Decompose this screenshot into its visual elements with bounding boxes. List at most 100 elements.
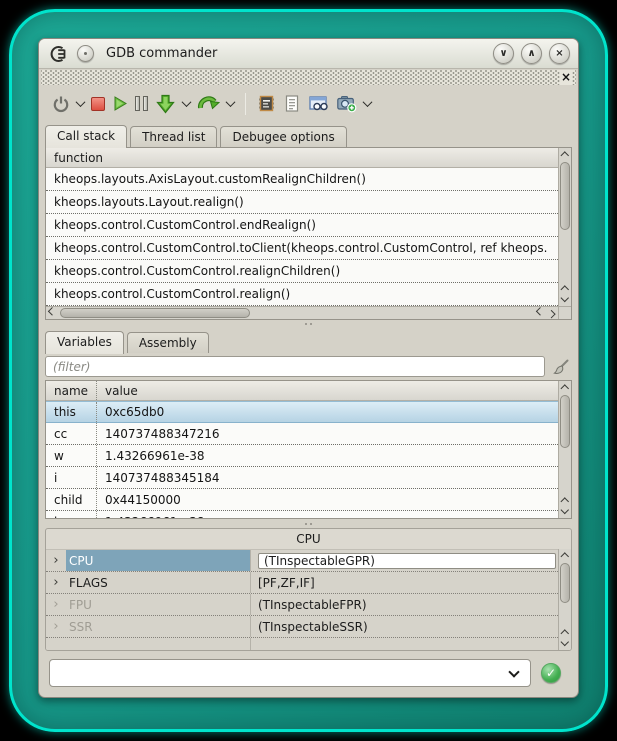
cpu-register-name[interactable]: CPU	[66, 550, 251, 571]
cpu-row[interactable]: › CPU (TInspectableGPR)	[46, 550, 558, 572]
expand-arrow-icon[interactable]: ›	[46, 572, 66, 593]
maximize-button[interactable]: ∧	[521, 43, 542, 64]
variable-row[interactable]: w 1.43266961e-38	[46, 445, 558, 467]
variable-row[interactable]: cc 140737488347216	[46, 423, 558, 445]
pause-button[interactable]	[135, 96, 148, 111]
call-stack-header[interactable]: function	[46, 148, 571, 168]
scroll-up-button[interactable]	[559, 494, 571, 506]
power-dropdown[interactable]	[77, 100, 84, 107]
variable-value: 1.43266961e-38	[97, 515, 558, 519]
pause-icon	[135, 96, 148, 111]
call-stack-vscrollbar[interactable]	[558, 148, 571, 306]
chevron-down-icon	[363, 97, 373, 107]
cpu-register-name[interactable]: SSR	[66, 616, 251, 637]
cpu-row[interactable]: › SSR (TInspectableSSR)	[46, 616, 558, 638]
scroll-up-button[interactable]	[559, 282, 571, 294]
call-stack-row[interactable]: kheops.control.CustomControl.realign()	[46, 283, 558, 306]
call-stack-row[interactable]: kheops.layouts.Layout.realign()	[46, 191, 558, 214]
dock-title-bar[interactable]: ×	[41, 70, 576, 85]
hscroll-thumb[interactable]	[60, 308, 250, 318]
scroll-up-button[interactable]	[559, 148, 571, 160]
function-column-header[interactable]: function	[46, 151, 103, 165]
vscroll-thumb[interactable]	[560, 395, 570, 448]
name-column-header[interactable]: name	[46, 381, 97, 400]
scroll-up-button[interactable]	[559, 381, 571, 393]
stop-button[interactable]	[91, 97, 105, 111]
debug-toolbar	[39, 85, 578, 122]
registers-button[interactable]	[257, 94, 276, 113]
add-watch-button[interactable]	[336, 94, 357, 113]
scroll-up-button[interactable]	[559, 626, 571, 638]
close-button[interactable]: ×	[549, 43, 570, 64]
cpu-register-value: [PF,ZF,IF]	[251, 572, 558, 593]
call-stack-row[interactable]: kheops.control.CustomControl.realignChil…	[46, 260, 558, 283]
splitter-handle[interactable]	[39, 320, 578, 328]
run-button[interactable]	[112, 95, 128, 112]
cpu-row[interactable]: › FLAGS [PF,ZF,IF]	[46, 572, 558, 594]
scroll-right-button[interactable]	[546, 307, 558, 319]
play-icon	[112, 95, 128, 112]
watches-button[interactable]	[308, 94, 329, 113]
cpu-vscrollbar[interactable]	[558, 549, 571, 650]
call-stack-row[interactable]: kheops.layouts.AxisLayout.customRealignC…	[46, 168, 558, 191]
expand-arrow-icon[interactable]: ›	[46, 594, 66, 615]
variables-vscrollbar[interactable]	[558, 381, 571, 518]
value-column-header[interactable]: value	[97, 384, 138, 398]
cpu-register-name[interactable]: FPU	[66, 594, 251, 615]
tab-debugee-options[interactable]: Debugee options	[220, 126, 346, 147]
shade-button[interactable]: ∨	[493, 43, 514, 64]
tab-call-stack[interactable]: Call stack	[45, 125, 127, 148]
command-combobox[interactable]	[49, 659, 531, 687]
variable-row[interactable]: child 0x44150000	[46, 489, 558, 511]
variable-row[interactable]: i 140737488345184	[46, 467, 558, 489]
dock-close-icon[interactable]: ×	[560, 70, 572, 85]
command-input[interactable]	[50, 660, 510, 686]
variables-header: name value	[46, 381, 571, 401]
filter-input[interactable]	[45, 356, 545, 377]
add-watch-dropdown[interactable]	[364, 100, 371, 107]
cpu-register-value: (TInspectableFPR)	[251, 594, 558, 615]
step-into-dropdown[interactable]	[183, 100, 190, 107]
step-into-button[interactable]	[155, 94, 176, 114]
cpu-rows: › CPU (TInspectableGPR) › FLAGS [PF,ZF,I…	[46, 549, 558, 650]
cpu-row[interactable]: › FPU (TInspectableFPR)	[46, 594, 558, 616]
expand-arrow-icon[interactable]: ›	[46, 550, 66, 571]
tab-thread-list[interactable]: Thread list	[130, 126, 217, 147]
variable-row[interactable]: h 1.43266961e-38	[46, 511, 558, 518]
power-button[interactable]	[52, 95, 70, 113]
hscroll-track[interactable]	[58, 307, 534, 319]
vscroll-track[interactable]	[559, 160, 571, 282]
execute-button[interactable]: ✓	[541, 663, 561, 683]
chevron-up-icon	[561, 630, 569, 638]
clear-filter-brush-icon[interactable]	[552, 358, 570, 376]
splitter-handle[interactable]	[39, 519, 578, 528]
combo-chevron-down-icon[interactable]	[508, 666, 519, 677]
vscroll-thumb[interactable]	[560, 563, 570, 603]
step-over-dropdown[interactable]	[227, 100, 234, 107]
scroll-down-button[interactable]	[559, 638, 571, 650]
variable-name: w	[46, 445, 97, 466]
variable-row[interactable]: this 0xc65db0	[46, 401, 558, 423]
step-into-icon	[155, 94, 176, 114]
step-over-button[interactable]	[197, 94, 220, 113]
filter-row	[39, 353, 578, 380]
vscroll-track[interactable]	[559, 393, 571, 494]
scroll-down-button[interactable]	[559, 506, 571, 518]
cpu-value-field[interactable]: (TInspectableGPR)	[258, 553, 556, 569]
scroll-left-button[interactable]	[46, 307, 58, 319]
vscroll-track[interactable]	[559, 561, 571, 626]
call-stack-row[interactable]: kheops.control.CustomControl.endRealign(…	[46, 214, 558, 237]
scroll-down-button[interactable]	[559, 294, 571, 306]
expand-arrow-icon[interactable]: ›	[46, 616, 66, 637]
call-stack-hscrollbar[interactable]	[46, 306, 558, 319]
vscroll-thumb[interactable]	[560, 162, 570, 230]
call-stack-row[interactable]: kheops.control.CustomControl.toClient(kh…	[46, 237, 558, 260]
window-menu-button[interactable]	[77, 45, 94, 62]
log-button[interactable]	[283, 94, 301, 113]
gdb-commander-window: GDB commander ∨ ∧ × ×	[38, 38, 579, 698]
cpu-register-name[interactable]: FLAGS	[66, 572, 251, 593]
tab-assembly[interactable]: Assembly	[127, 332, 209, 353]
scroll-up-button[interactable]	[559, 549, 571, 561]
scroll-left-button[interactable]	[534, 307, 546, 319]
tab-variables[interactable]: Variables	[45, 331, 124, 354]
